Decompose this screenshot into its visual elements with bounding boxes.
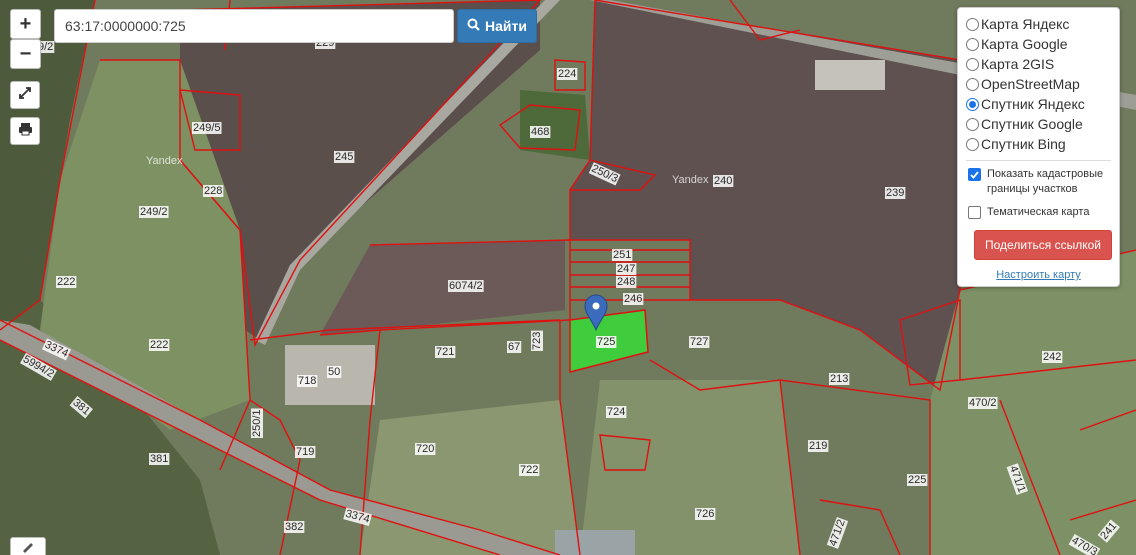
parcel-label: 720 [416, 443, 434, 455]
radio-button[interactable] [966, 137, 979, 151]
layer-option-2gis-map[interactable]: Карта 2GIS [966, 54, 1111, 74]
print-button[interactable] [10, 117, 40, 145]
print-icon [18, 122, 33, 141]
parcel-label: 67 [508, 341, 520, 353]
parcel-label: 246 [624, 293, 642, 305]
parcel-label: 249/2 [140, 206, 168, 218]
yandex-watermark: Yandex [672, 174, 709, 186]
building-area [815, 60, 885, 90]
layer-label: Карта 2GIS [981, 56, 1055, 72]
parcel-label: 725 [597, 336, 615, 348]
show-cadastral-option[interactable]: Показать кадастровые границы участков [966, 167, 1111, 197]
search-button-label: Найти [485, 18, 527, 34]
fullscreen-button[interactable] [10, 81, 40, 109]
parcel-label: 242 [1043, 351, 1061, 363]
layer-option-bing-satellite[interactable]: Спутник Bing [966, 134, 1111, 154]
map-layer-panel: Карта Яндекс Карта Google Карта 2GIS Ope… [957, 7, 1120, 287]
parcel-label: 228 [204, 185, 222, 197]
radio-button[interactable] [966, 77, 979, 91]
radio-button[interactable] [966, 37, 979, 51]
radio-button[interactable] [966, 17, 979, 31]
layer-label: Спутник Bing [981, 136, 1066, 152]
radio-button[interactable] [966, 117, 979, 131]
layer-option-google-satellite[interactable]: Спутник Google [966, 114, 1111, 134]
parcel-label: 723 [531, 332, 543, 350]
share-link-button[interactable]: Поделиться ссылкой [974, 230, 1112, 260]
parcel-label: 251 [613, 249, 631, 261]
parcel-label: 225 [908, 474, 926, 486]
checkbox-label: Показать кадастровые границы участков [987, 168, 1104, 195]
search-icon [467, 18, 480, 34]
parcel-label: 219 [809, 440, 827, 452]
layer-label: Спутник Google [981, 116, 1083, 132]
parcel-label: 722 [520, 464, 538, 476]
expand-icon [18, 86, 32, 105]
parcel-label: 250/1 [251, 409, 263, 437]
parcel-label: 726 [696, 508, 714, 520]
parcel-label: 382 [285, 521, 303, 533]
parcel-label: 470/2 [969, 397, 997, 409]
parcel-label: 721 [436, 346, 454, 358]
checkbox-checked[interactable] [968, 168, 981, 181]
layer-option-yandex-satellite[interactable]: Спутник Яндекс [966, 94, 1111, 114]
configure-map-link[interactable]: Настроить карту [966, 269, 1111, 281]
parcel-label: 213 [830, 373, 848, 385]
parcel-label: 222 [150, 339, 168, 351]
radio-button[interactable] [966, 57, 979, 71]
edit-button[interactable] [10, 537, 46, 555]
layer-label: Спутник Яндекс [981, 96, 1085, 112]
parcel-label: 381 [150, 453, 168, 465]
thematic-map-option[interactable]: Тематическая карта [966, 205, 1111, 220]
parcel-label: 249/5 [193, 122, 221, 134]
radio-button-selected[interactable] [966, 97, 979, 111]
zoom-in-button[interactable]: + [10, 9, 41, 39]
yandex-watermark: Yandex [146, 155, 183, 167]
parcel-label: 50 [328, 366, 340, 378]
parcel-label: 248 [617, 276, 635, 288]
parcel-label: 240 [714, 175, 732, 187]
layer-option-google-map[interactable]: Карта Google [966, 34, 1111, 54]
divider [966, 160, 1111, 161]
parcel-label: 468 [531, 126, 549, 138]
checkbox-label: Тематическая карта [987, 206, 1090, 218]
layer-label: Карта Google [981, 36, 1068, 52]
layer-label: Карта Яндекс [981, 16, 1070, 32]
parcel-label: 719 [296, 446, 314, 458]
parcel-label: 727 [690, 336, 708, 348]
cadastral-search-input[interactable] [54, 9, 454, 43]
parcel-label: 245 [335, 151, 353, 163]
layer-label: OpenStreetMap [981, 76, 1080, 92]
parcel-label: 224 [558, 68, 576, 80]
parcel-label: 247 [617, 263, 635, 275]
checkbox[interactable] [968, 206, 981, 219]
parcel-label: 718 [298, 375, 316, 387]
parcel-label: 239 [886, 187, 904, 199]
parcel-label: 6074/2 [449, 280, 483, 292]
parcel-label: 724 [607, 406, 625, 418]
building-area [555, 530, 635, 555]
parcel-label: 222 [57, 276, 75, 288]
search-button[interactable]: Найти [457, 9, 537, 43]
pencil-icon [21, 540, 35, 555]
layer-option-yandex-map[interactable]: Карта Яндекс [966, 14, 1111, 34]
zoom-out-button[interactable]: − [10, 39, 41, 69]
layer-option-openstreetmap[interactable]: OpenStreetMap [966, 74, 1111, 94]
